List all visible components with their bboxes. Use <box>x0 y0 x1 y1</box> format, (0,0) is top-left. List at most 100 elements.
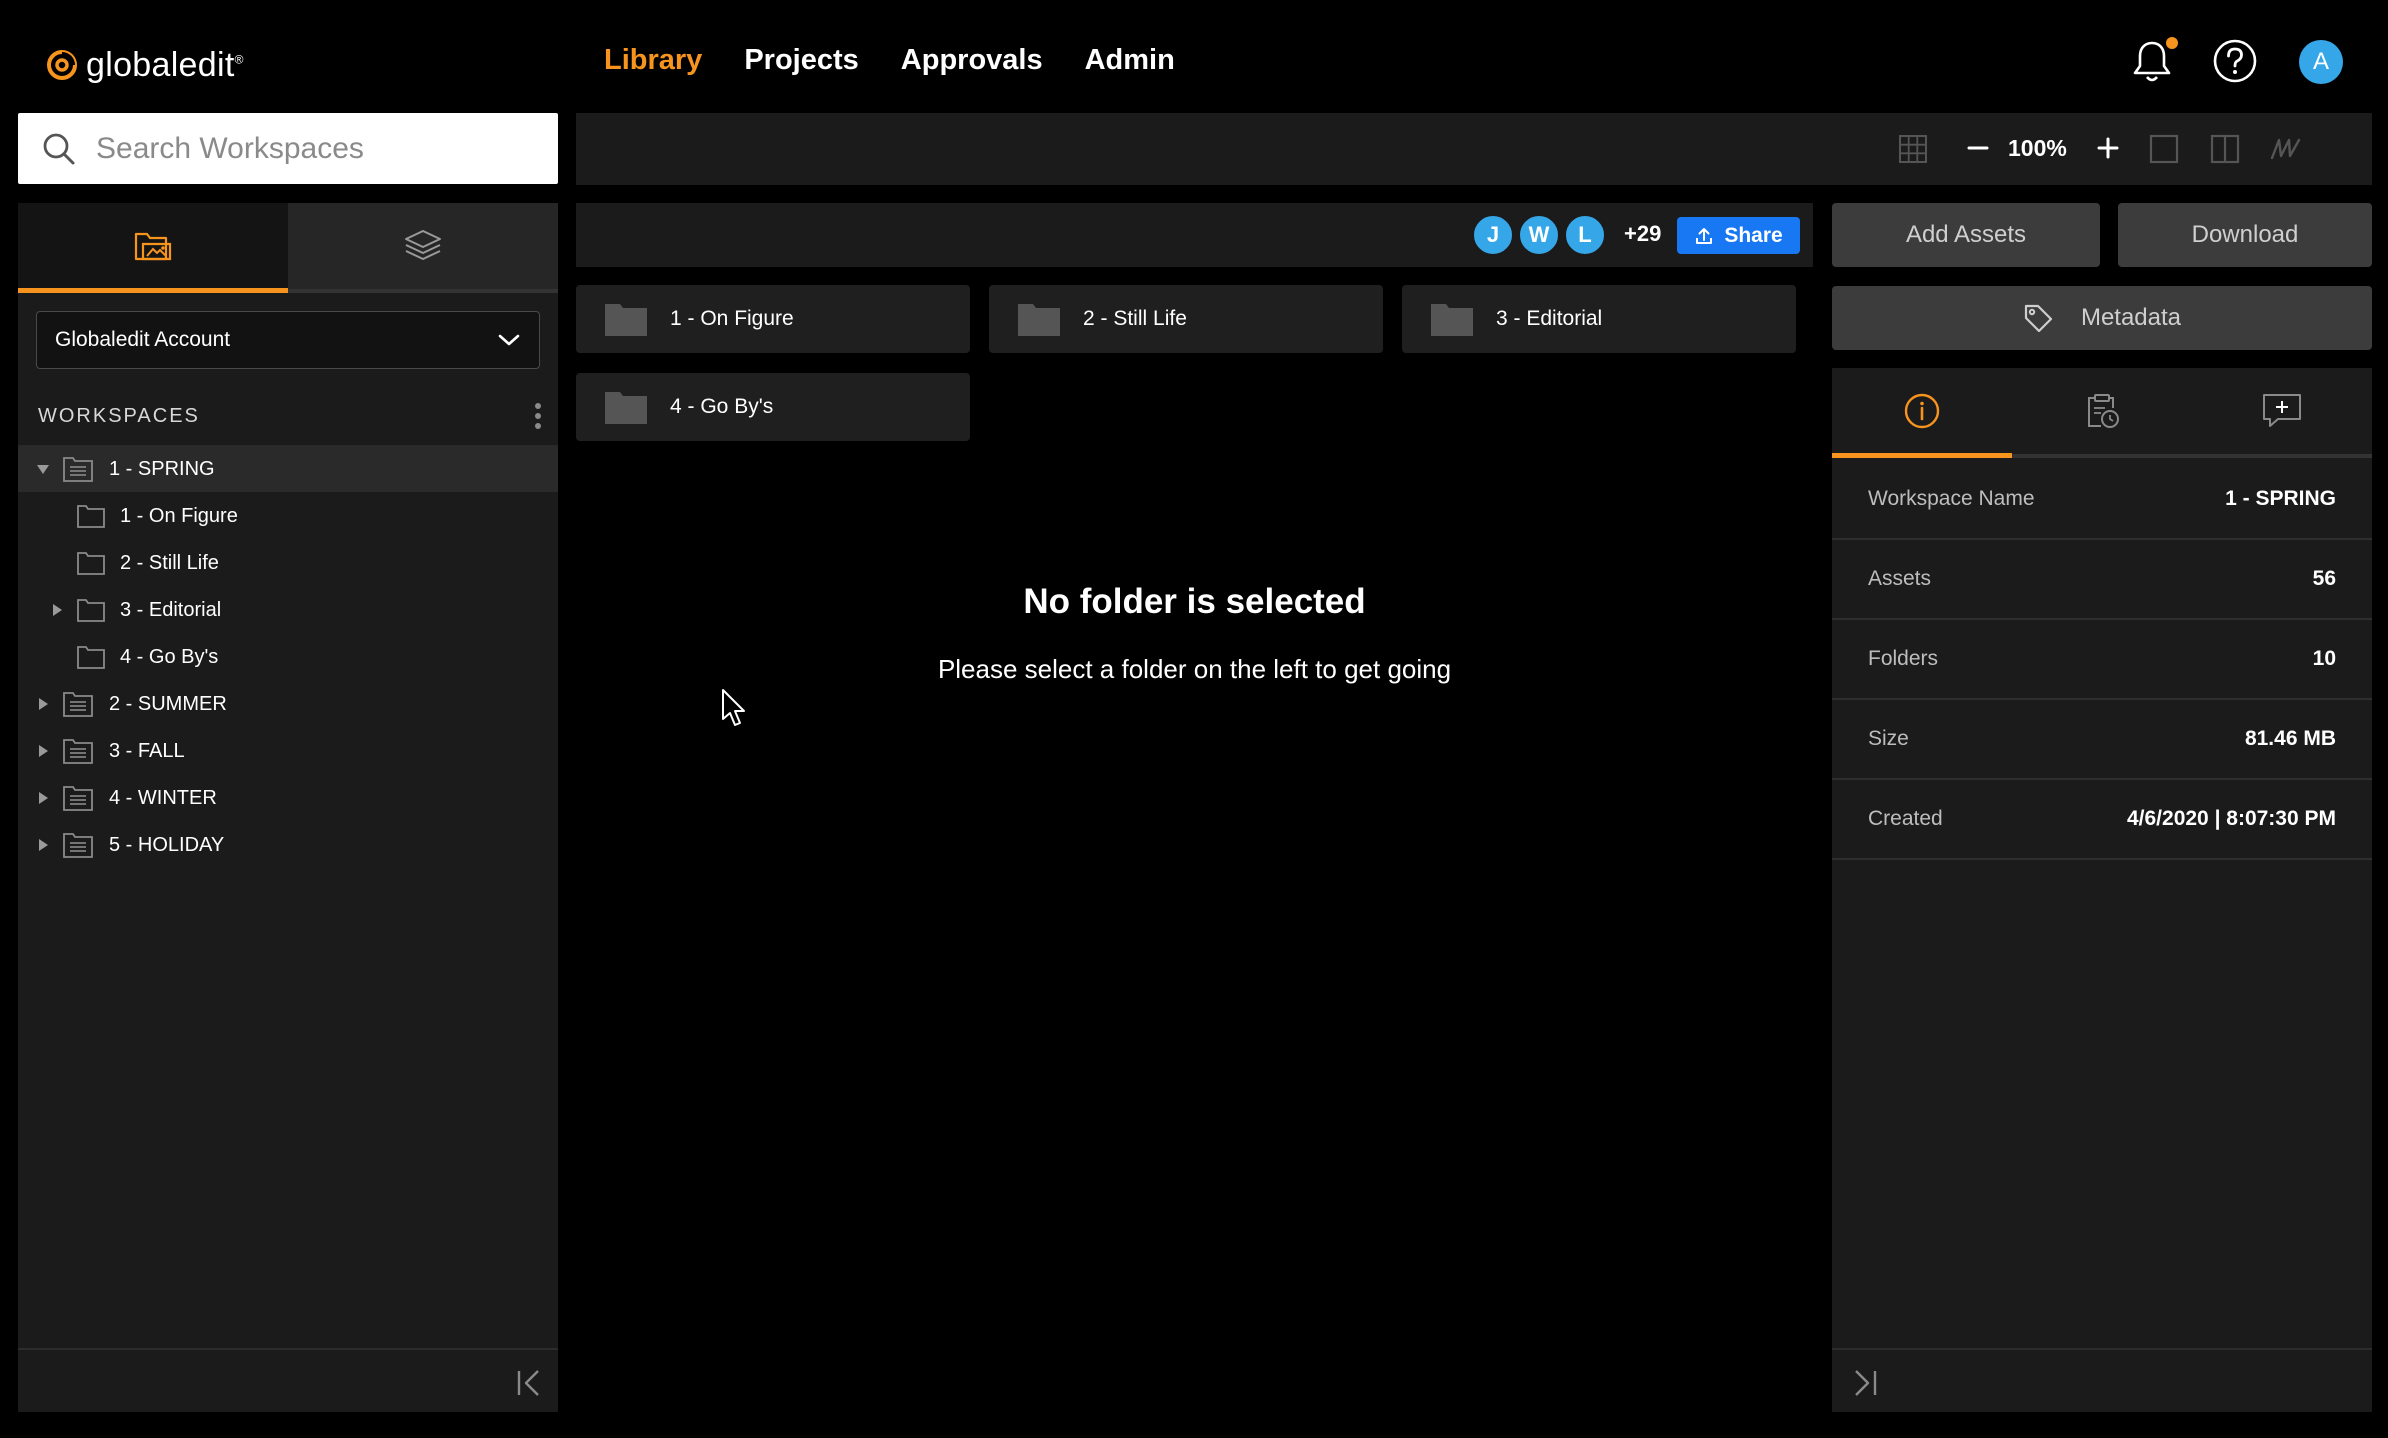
notifications-button[interactable] <box>2130 37 2178 84</box>
download-button[interactable]: Download <box>2118 203 2372 267</box>
single-view-icon[interactable] <box>2149 134 2179 164</box>
search-input[interactable] <box>96 131 536 166</box>
metadata-button[interactable]: Metadata <box>1832 286 2372 350</box>
tree-item-spring[interactable]: 1 - SPRING <box>18 445 558 492</box>
sidebar-footer <box>18 1348 558 1412</box>
tab-info[interactable] <box>1832 368 2012 458</box>
tree-item-go-bys[interactable]: 4 - Go By's <box>18 633 558 680</box>
workspace-icon <box>63 739 93 764</box>
tree-item-label: 2 - Still Life <box>120 552 219 574</box>
detail-value: 4/6/2020 | 8:07:30 PM <box>2126 807 2336 830</box>
empty-state-subtitle: Please select a folder on the left to ge… <box>937 654 1452 684</box>
more-vertical-icon[interactable] <box>533 401 543 431</box>
collaborator-avatar[interactable]: L <box>1564 214 1606 256</box>
logo-text: globaledit® <box>86 45 244 84</box>
caret-right-icon[interactable] <box>36 791 50 805</box>
folder-card-still-life[interactable]: 2 - Still Life <box>989 285 1383 353</box>
mouse-pointer-icon <box>722 689 745 726</box>
tree-item-label: 1 - SPRING <box>109 458 215 480</box>
caret-right-icon[interactable] <box>36 838 50 852</box>
folder-card-go-bys[interactable]: 4 - Go By's <box>576 373 970 441</box>
tree-item-still-life[interactable]: 2 - Still Life <box>18 539 558 586</box>
folder-card-on-figure[interactable]: 1 - On Figure <box>576 285 970 353</box>
tab-history[interactable] <box>2012 368 2192 458</box>
workspace-details: Workspace Name 1 - SPRING Assets 56 Fold… <box>1832 460 2372 860</box>
add-assets-button[interactable]: Add Assets <box>1832 203 2100 267</box>
help-icon <box>2213 39 2257 83</box>
folder-icon <box>77 646 105 669</box>
detail-key: Created <box>1868 807 1943 830</box>
chevron-down-icon <box>498 334 520 346</box>
share-button-label: Share <box>1724 223 1783 247</box>
folder-card-label: 2 - Still Life <box>1083 307 1187 330</box>
detail-key: Workspace Name <box>1868 487 2035 510</box>
grid-view-icon[interactable] <box>1898 134 1928 164</box>
collapse-left-icon[interactable] <box>516 1368 542 1398</box>
more-collaborators-count[interactable]: +29 <box>1624 221 1661 247</box>
folder-icon <box>605 304 647 336</box>
tree-item-on-figure[interactable]: 1 - On Figure <box>18 492 558 539</box>
tag-icon <box>2024 304 2053 333</box>
clipboard-clock-icon <box>2088 394 2119 428</box>
add-comment-icon <box>2263 394 2301 427</box>
detail-value: 56 <box>2312 567 2336 590</box>
share-button[interactable]: Share <box>1677 217 1800 254</box>
detail-value: 1 - SPRING <box>2225 487 2336 510</box>
tree-item-fall[interactable]: 3 - FALL <box>18 727 558 774</box>
folder-card-label: 4 - Go By's <box>670 395 774 418</box>
compare-view-icon[interactable] <box>2210 134 2240 164</box>
folder-card-editorial[interactable]: 3 - Editorial <box>1402 285 1796 353</box>
workspace-icon <box>63 786 93 811</box>
account-select[interactable]: Globaledit Account <box>36 311 540 369</box>
tree-item-holiday[interactable]: 5 - HOLIDAY <box>18 821 558 868</box>
left-sidebar: Globaledit Account WORKSPACES 1 - SPRING… <box>18 203 558 1412</box>
account-select-value: Globaledit Account <box>55 328 231 351</box>
detail-row-workspace-name: Workspace Name 1 - SPRING <box>1832 460 2372 540</box>
folder-image-icon <box>134 232 172 260</box>
tree-item-summer[interactable]: 2 - SUMMER <box>18 680 558 727</box>
tab-comments[interactable] <box>2192 368 2372 458</box>
detail-row-size: Size 81.46 MB <box>1832 700 2372 780</box>
workspace-icon <box>63 692 93 717</box>
caret-down-icon[interactable] <box>36 462 50 476</box>
caret-right-icon[interactable] <box>36 744 50 758</box>
notification-badge <box>2166 37 2178 49</box>
collapse-right-icon[interactable] <box>1852 1368 1878 1398</box>
detail-row-created: Created 4/6/2020 | 8:07:30 PM <box>1832 780 2372 860</box>
details-tabs <box>1832 368 2372 458</box>
zoom-in-icon[interactable] <box>2095 135 2121 161</box>
empty-state-title: No folder is selected <box>1023 582 1366 621</box>
detail-key: Size <box>1868 727 1909 750</box>
tree-item-editorial[interactable]: 3 - Editorial <box>18 586 558 633</box>
nav-admin[interactable]: Admin <box>1085 44 1175 77</box>
layers-icon <box>405 230 441 260</box>
caret-right-icon[interactable] <box>36 697 50 711</box>
sidebar-tabs <box>18 203 558 293</box>
nav-approvals[interactable]: Approvals <box>901 44 1043 77</box>
tree-item-label: 5 - HOLIDAY <box>109 834 225 856</box>
workspace-tree: 1 - SPRING 1 - On Figure 2 - Still Life … <box>18 445 558 868</box>
nav-library[interactable]: Library <box>604 44 702 77</box>
tree-item-label: 4 - Go By's <box>120 646 219 668</box>
collaborator-avatar[interactable]: J <box>1472 214 1514 256</box>
zoom-out-icon[interactable] <box>1965 135 1991 161</box>
user-avatar[interactable]: A <box>2299 40 2343 84</box>
share-bar: J W L +29 Share <box>576 203 1813 267</box>
caret-right-icon[interactable] <box>50 603 64 617</box>
tab-library-folders[interactable] <box>18 203 288 293</box>
tree-item-winter[interactable]: 4 - WINTER <box>18 774 558 821</box>
help-button[interactable] <box>2212 38 2258 84</box>
nav-projects[interactable]: Projects <box>744 44 858 77</box>
globaledit-logo-icon <box>47 50 77 80</box>
detail-row-assets: Assets 56 <box>1832 540 2372 620</box>
folder-icon <box>77 599 105 622</box>
folder-card-label: 3 - Editorial <box>1496 307 1603 330</box>
globaledit-logo[interactable]: globaledit® <box>44 40 244 90</box>
search-icon <box>43 133 75 164</box>
zoom-level: 100% <box>2008 135 2067 161</box>
workspace-search <box>18 113 558 184</box>
markup-signature-icon[interactable] <box>2269 134 2303 164</box>
collaborator-avatar[interactable]: W <box>1518 214 1560 256</box>
tab-layers[interactable] <box>288 203 558 293</box>
workspace-icon <box>63 457 93 482</box>
